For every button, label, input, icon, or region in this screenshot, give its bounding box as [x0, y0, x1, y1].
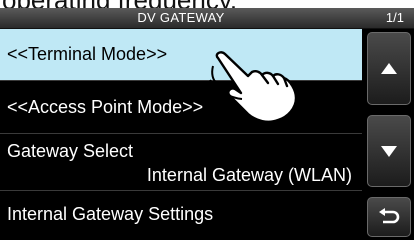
menu-item-label: <<Terminal Mode>>	[7, 44, 168, 64]
sidebar	[364, 29, 414, 240]
menu-item-internal-gateway-settings[interactable]: Internal Gateway Settings	[0, 191, 362, 240]
triangle-down-icon	[381, 145, 397, 157]
menu-item-label: Internal Gateway Settings	[7, 204, 214, 224]
menu-list: <<Terminal Mode>> <<Access Point Mode>> …	[0, 29, 362, 240]
return-arrow-icon	[379, 208, 400, 224]
back-button[interactable]	[367, 197, 411, 237]
menu-item-label: <<Access Point Mode>>	[7, 97, 204, 117]
scroll-up-button[interactable]	[367, 32, 411, 105]
triangle-up-icon	[381, 63, 397, 74]
menu-item-value: Internal Gateway (WLAN)	[146, 165, 352, 185]
radio-screen: DV GATEWAY 1/1 <<Terminal Mode>> <<Acces…	[0, 8, 414, 240]
menu-item-label: Gateway Select	[7, 141, 134, 161]
title-bar: DV GATEWAY 1/1	[0, 8, 414, 29]
menu-item-gateway-select[interactable]: Gateway Select Internal Gateway (WLAN)	[0, 134, 362, 191]
scroll-down-button[interactable]	[367, 115, 411, 187]
page-indicator: 1/1	[385, 10, 404, 25]
pointing-hand-icon	[209, 51, 298, 123]
menu-item-access-point-mode[interactable]: <<Access Point Mode>>	[0, 81, 362, 134]
screen-title: DV GATEWAY	[137, 10, 225, 25]
menu-item-terminal-mode[interactable]: <<Terminal Mode>>	[0, 29, 362, 81]
